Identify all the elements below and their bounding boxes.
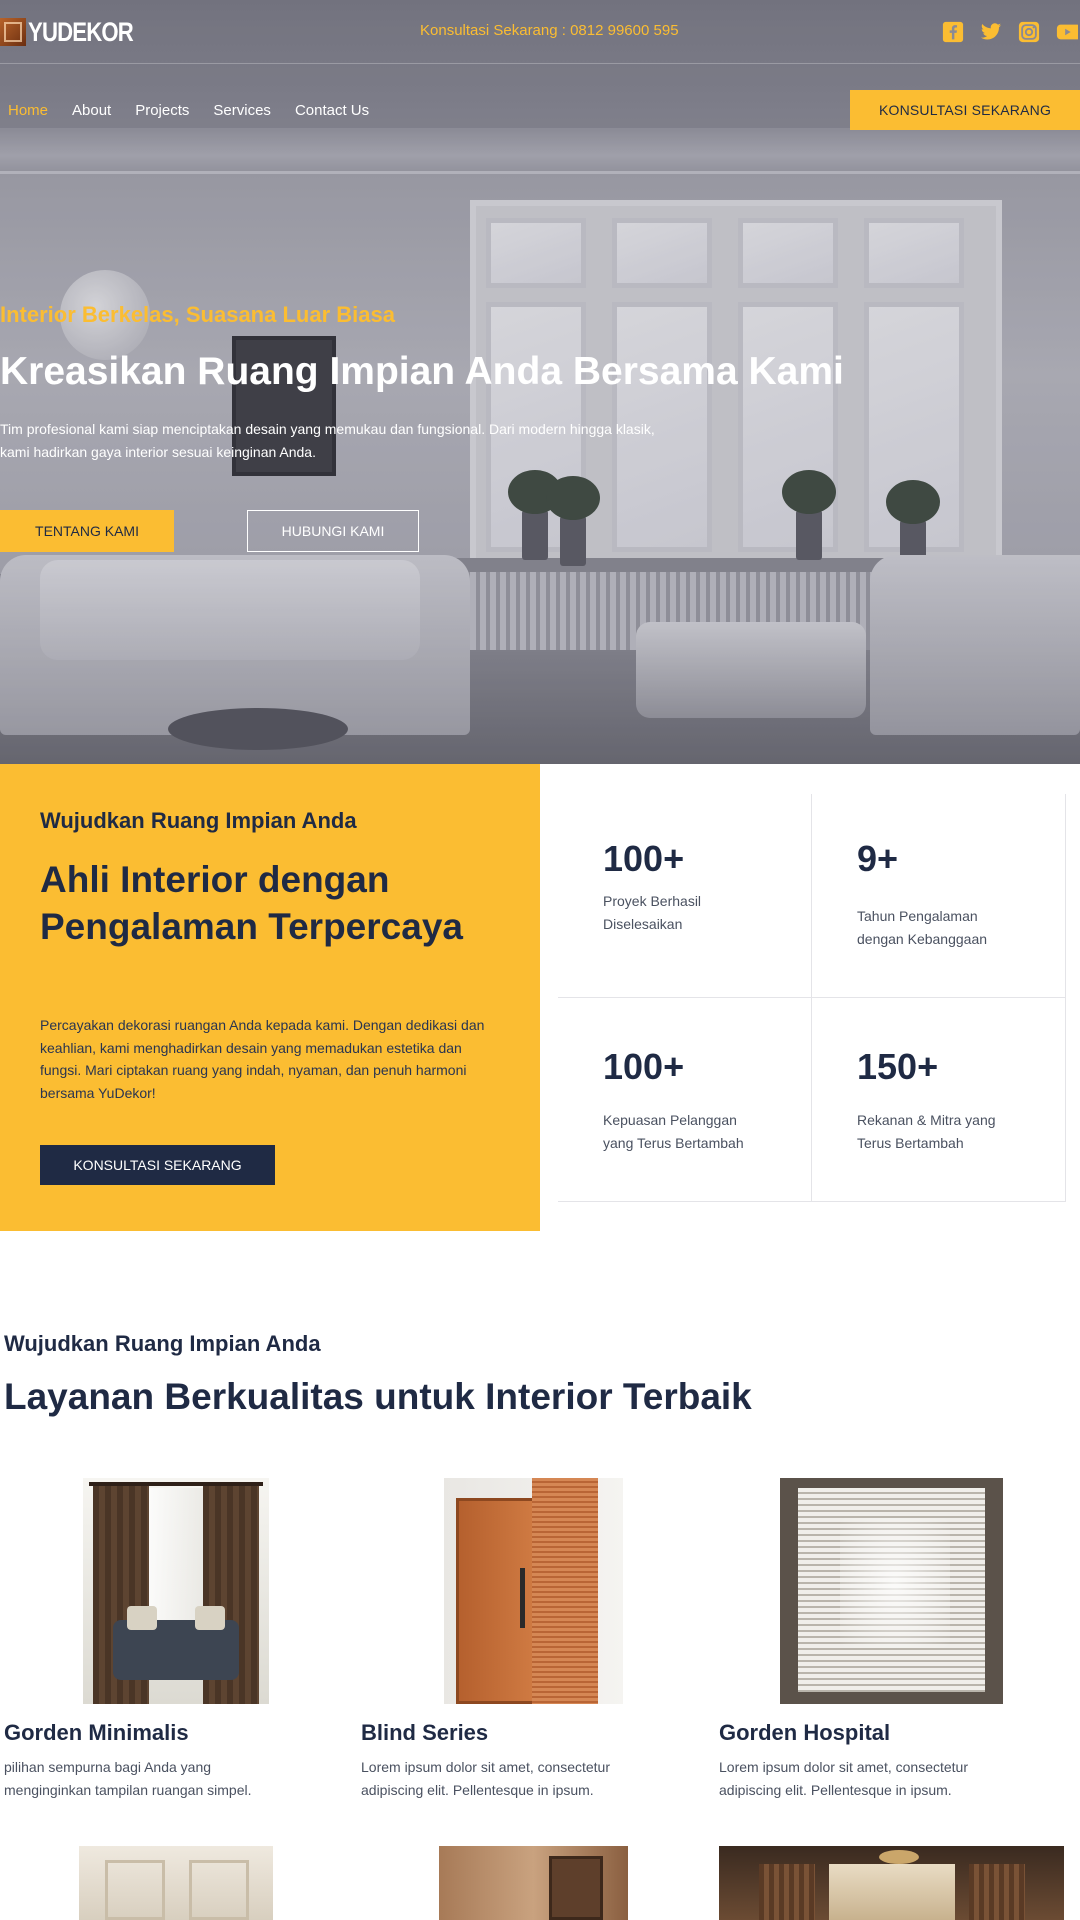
- service-image-gorden-minimalis[interactable]: [83, 1478, 269, 1704]
- service-image-row2-3[interactable]: [719, 1846, 1064, 1920]
- service-description: Lorem ipsum dolor sit amet, consectetur …: [719, 1759, 968, 1798]
- social-links: [942, 21, 1078, 43]
- service-image-row2-2[interactable]: [439, 1846, 628, 1920]
- nav-item-home[interactable]: Home: [8, 102, 48, 119]
- logo-text: YUDEKOR: [28, 16, 134, 47]
- stat-value: 100+: [603, 838, 685, 879]
- about-subtitle: Wujudkan Ruang Impian Anda: [40, 808, 357, 833]
- stat-value: 9+: [857, 838, 899, 879]
- logo-mark-icon: [0, 18, 26, 46]
- stat-card: 150+ Rekanan & Mitra yang Terus Bertamba…: [812, 998, 1066, 1202]
- about-title: Ahli Interior dengan Pengalaman Terperca…: [40, 859, 463, 947]
- stat-label: Kepuasan Pelanggan yang Terus Bertambah: [603, 1112, 744, 1151]
- stats-grid: 100+ Proyek Berhasil Diselesaikan 9+ Tah…: [558, 794, 1066, 1202]
- service-image-gorden-hospital[interactable]: [780, 1478, 1003, 1704]
- about-description: Percayakan dekorasi ruangan Anda kepada …: [40, 1017, 485, 1101]
- service-description: pilihan sempurna bagi Anda yang mengingi…: [4, 1759, 252, 1798]
- about-consult-button[interactable]: KONSULTASI SEKARANG: [40, 1145, 275, 1185]
- service-description: Lorem ipsum dolor sit amet, consectetur …: [361, 1759, 610, 1798]
- main-nav: Home About Projects Services Contact Us: [0, 88, 393, 132]
- about-section: Wujudkan Ruang Impian Anda Ahli Interior…: [0, 764, 540, 1231]
- services-title: Layanan Berkualitas untuk Interior Terba…: [4, 1376, 752, 1417]
- stat-label: Tahun Pengalaman dengan Kebanggaan: [857, 908, 988, 947]
- top-bar: YUDEKOR Konsultasi Sekarang : 0812 99600…: [0, 0, 1080, 64]
- nav-item-services[interactable]: Services: [213, 102, 271, 119]
- about-us-button[interactable]: TENTANG KAMI: [0, 510, 174, 552]
- hero-description-line: kami hadirkan gaya interior sesuai keing…: [0, 444, 316, 460]
- service-title[interactable]: Gorden Minimalis: [4, 1720, 189, 1746]
- service-image-row2-1[interactable]: [79, 1846, 273, 1920]
- services-subtitle: Wujudkan Ruang Impian Anda: [4, 1331, 321, 1356]
- logo[interactable]: YUDEKOR: [0, 16, 156, 47]
- nav-item-contact[interactable]: Contact Us: [295, 102, 369, 119]
- service-image-blind-series[interactable]: [444, 1478, 623, 1704]
- youtube-icon[interactable]: [1056, 21, 1078, 43]
- contact-us-button[interactable]: HUBUNGI KAMI: [247, 510, 419, 552]
- hero-description-line: Tim profesional kami siap menciptakan de…: [0, 421, 655, 437]
- facebook-icon[interactable]: [942, 21, 964, 43]
- stat-label: Proyek Berhasil Diselesaikan: [603, 893, 702, 932]
- stat-card: 100+ Kepuasan Pelanggan yang Terus Berta…: [558, 998, 812, 1202]
- nav-item-about[interactable]: About: [72, 102, 111, 119]
- top-contact-text[interactable]: Konsultasi Sekarang : 0812 99600 595: [420, 22, 679, 39]
- instagram-icon[interactable]: [1018, 21, 1040, 43]
- hero-description: Tim profesional kami siap menciptakan de…: [0, 418, 700, 464]
- service-title[interactable]: Gorden Hospital: [719, 1720, 890, 1746]
- stat-value: 100+: [603, 1046, 685, 1087]
- service-title[interactable]: Blind Series: [361, 1720, 488, 1746]
- twitter-icon[interactable]: [980, 21, 1002, 43]
- hero-title: Kreasikan Ruang Impian Anda Bersama Kami: [0, 350, 844, 393]
- nav-item-projects[interactable]: Projects: [135, 102, 189, 119]
- stat-value: 150+: [857, 1046, 939, 1087]
- stat-label: Rekanan & Mitra yang Terus Bertambah: [857, 1112, 996, 1151]
- stat-card: 9+ Tahun Pengalaman dengan Kebanggaan: [812, 794, 1066, 998]
- hero-subtitle: Interior Berkelas, Suasana Luar Biasa: [0, 302, 395, 327]
- stat-card: 100+ Proyek Berhasil Diselesaikan: [558, 794, 812, 998]
- nav-consult-button[interactable]: KONSULTASI SEKARANG: [850, 90, 1080, 130]
